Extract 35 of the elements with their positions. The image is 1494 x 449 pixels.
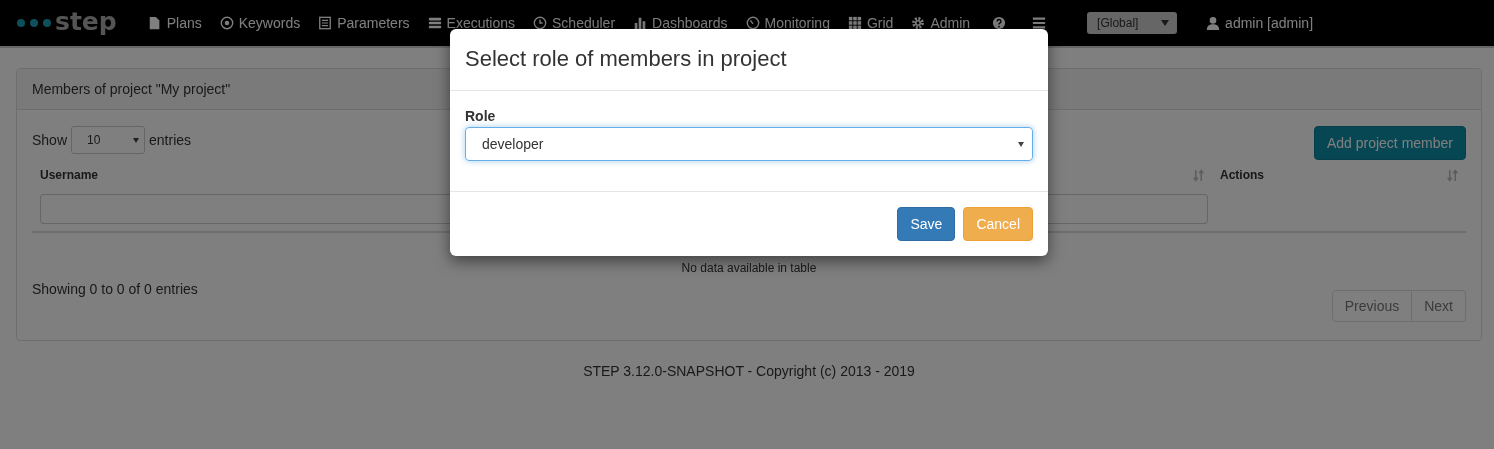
caret-icon [1161,20,1170,26]
nav-item[interactable]: Monitoring [745,15,830,31]
column-header[interactable]: Username [40,168,99,182]
caret-icon [133,137,140,143]
modal-title: Select role of members in project [450,29,1048,91]
table-info: Showing 0 to 0 of 0 entries [32,280,198,297]
nav-item[interactable]: Grid [847,15,894,31]
context-select[interactable]: [Global] [1087,12,1178,34]
nav-item[interactable]: Scheduler [533,15,616,31]
logo-text[interactable]: step [55,8,117,34]
page-length-select[interactable]: 10 [71,126,146,154]
file-icon [147,16,162,30]
add-button[interactable]: Add project member [1313,126,1466,160]
nav-icon-button[interactable] [1032,16,1047,30]
nav-icon-button[interactable] [992,16,1007,30]
list-icon [318,16,333,30]
empty-message: No data available in table [680,260,818,275]
length-label: entries [149,132,192,148]
nav-item[interactable]: Parameters [318,15,410,31]
role-select[interactable]: developer [465,127,1033,161]
stack-icon [427,16,442,30]
nav-item[interactable]: Keywords [219,15,301,31]
length-label: Show [32,132,68,148]
user-menu[interactable]: admin [admin] [1206,15,1314,31]
column-header[interactable]: Actions [1220,168,1264,182]
target-icon [219,16,234,30]
nav-item[interactable]: Admin [911,15,971,31]
footer-text: STEP 3.12.0-SNAPSHOT - Copyright (c) 2013 - 2019 [582,362,916,379]
nav-item[interactable]: Dashboards [633,15,728,31]
nav-item[interactable]: Plans [147,15,202,31]
nav-item[interactable]: Executions [427,15,516,31]
logo-dots-icon [16,18,52,28]
field-label: Role [465,108,497,124]
user-icon [1206,16,1221,30]
caret-icon [1018,141,1024,147]
